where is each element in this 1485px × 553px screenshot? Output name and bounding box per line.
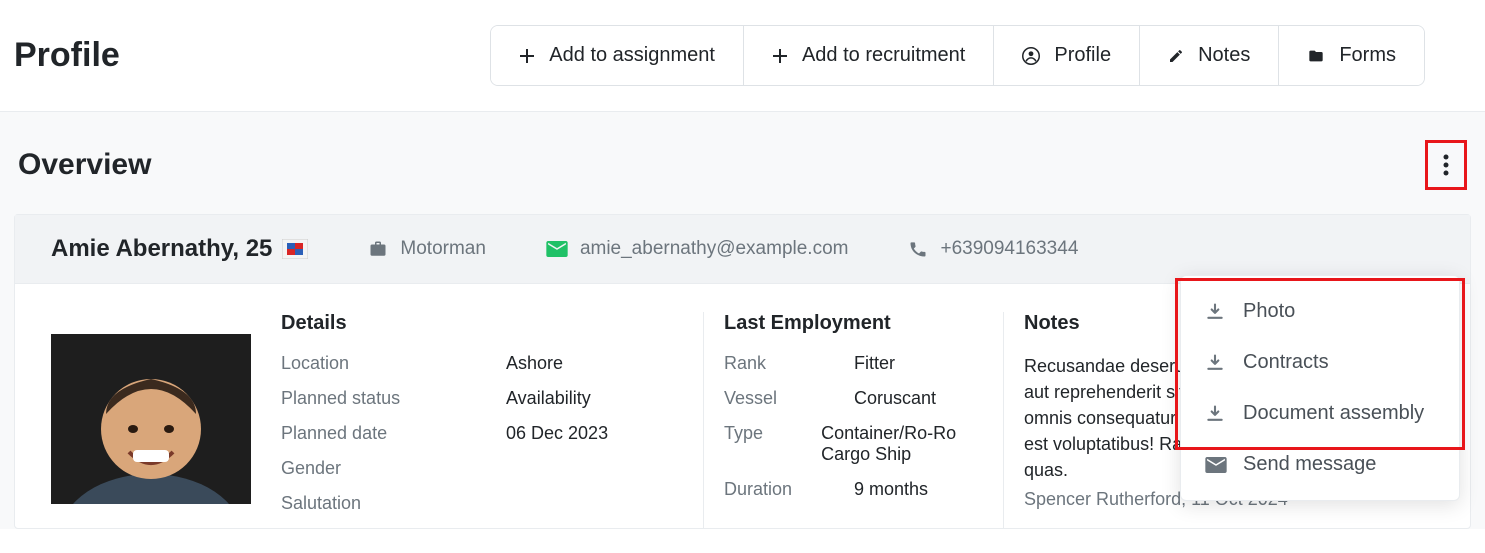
notes-button[interactable]: Notes [1140,26,1279,85]
more-menu-dropdown: Photo Contracts Document assembly Send m… [1180,275,1460,501]
menu-item-send-message[interactable]: Send message [1181,439,1459,490]
folder-icon [1307,48,1325,64]
envelope-icon [1205,457,1227,473]
value-vessel: Coruscant [854,388,936,409]
forms-button[interactable]: Forms [1279,26,1424,85]
details-heading: Details [281,312,683,335]
download-icon [1205,353,1227,373]
phone-icon [908,239,928,259]
profile-button[interactable]: Profile [994,26,1140,85]
label-rank: Rank [724,353,854,374]
profile-card: Amie Abernathy, 25 Motorman amie_abernat… [14,214,1471,529]
user-circle-icon [1022,47,1040,65]
download-icon [1205,404,1227,424]
value-planned-status: Availability [506,388,591,409]
pencil-icon [1168,48,1184,64]
details-section: Details LocationAshore Planned statusAva… [281,312,704,528]
value-rank: Fitter [854,353,895,374]
action-label: Add to recruitment [802,44,965,67]
employment-section: Last Employment RankFitter VesselCorusca… [724,312,1004,528]
action-label: Add to assignment [549,44,715,67]
label-vessel: Vessel [724,388,854,409]
action-label: Forms [1339,44,1396,67]
download-icon [1205,302,1227,322]
value-duration: 9 months [854,479,928,500]
employment-heading: Last Employment [724,312,993,335]
flag-icon [282,239,308,259]
menu-item-contracts[interactable]: Contracts [1181,337,1459,388]
menu-item-label: Document assembly [1243,402,1424,425]
menu-item-label: Contracts [1243,351,1329,374]
action-label: Profile [1054,44,1111,67]
phone-item[interactable]: +639094163344 [908,238,1078,260]
role-item: Motorman [368,238,486,260]
action-bar: Add to assignment Add to recruitment Pro… [490,25,1425,86]
email-item[interactable]: amie_abernathy@example.com [546,238,849,260]
envelope-icon [546,241,568,257]
value-planned-date: 06 Dec 2023 [506,423,608,444]
value-location: Ashore [506,353,563,374]
label-planned-date: Planned date [281,423,506,444]
plus-icon [519,48,535,64]
avatar [51,334,251,504]
name-text: Amie Abernathy, 25 [51,235,272,263]
value-type: Container/Ro-Ro Cargo Ship [821,423,993,465]
add-to-recruitment-button[interactable]: Add to recruitment [744,26,994,85]
menu-item-document-assembly[interactable]: Document assembly [1181,388,1459,439]
menu-item-photo[interactable]: Photo [1181,286,1459,337]
label-planned-status: Planned status [281,388,506,409]
label-location: Location [281,353,506,374]
person-name-age: Amie Abernathy, 25 [51,235,308,263]
menu-item-label: Send message [1243,453,1376,476]
label-type: Type [724,423,821,465]
overview-title: Overview [18,148,151,182]
action-label: Notes [1198,44,1250,67]
more-menu-button[interactable] [1425,140,1467,190]
more-vertical-icon [1443,153,1449,177]
plus-icon [772,48,788,64]
phone-text: +639094163344 [940,238,1078,260]
briefcase-icon [368,240,388,258]
label-gender: Gender [281,458,506,479]
card-header: Amie Abernathy, 25 Motorman amie_abernat… [15,215,1470,284]
label-duration: Duration [724,479,854,500]
menu-item-label: Photo [1243,300,1295,323]
role-text: Motorman [400,238,486,260]
page-title: Profile [14,36,120,75]
add-to-assignment-button[interactable]: Add to assignment [491,26,744,85]
email-text: amie_abernathy@example.com [580,238,849,260]
label-salutation: Salutation [281,493,506,514]
